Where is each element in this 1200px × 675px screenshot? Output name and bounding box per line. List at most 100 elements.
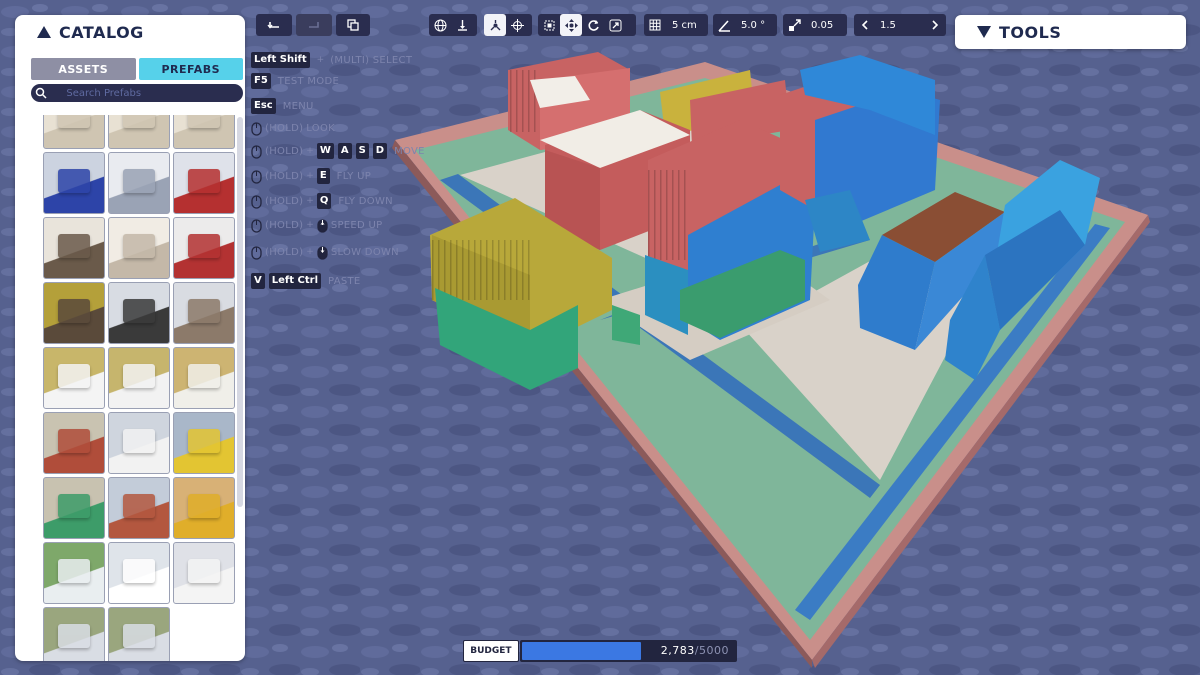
prefab-shelf[interactable]: [108, 542, 170, 604]
tools-panel[interactable]: TOOLS: [955, 15, 1186, 49]
undo-button[interactable]: [256, 14, 292, 36]
prefab-coffee-table[interactable]: [108, 282, 170, 344]
kitchen-counter-icon: [123, 169, 155, 193]
move-tool-icon[interactable]: [560, 14, 582, 36]
expand-icon[interactable]: [977, 26, 991, 38]
white-car-icon: [123, 429, 155, 453]
prefab-partial-5[interactable]: [108, 607, 170, 661]
catalog-scrollbar[interactable]: [237, 117, 243, 507]
sofa-icon: [188, 364, 220, 388]
search-bar: [31, 84, 243, 102]
prefab-truck[interactable]: [108, 477, 170, 539]
scale-snap[interactable]: 0.05: [783, 14, 847, 36]
counter-icon: [123, 115, 155, 128]
prefab-armchair[interactable]: [173, 282, 235, 344]
prefab-stove[interactable]: [108, 217, 170, 279]
forklift-icon: [188, 494, 220, 518]
pivot-toggle: [484, 14, 532, 36]
key-cap: E: [316, 168, 330, 184]
angle-snap[interactable]: 5.0 °: [713, 14, 777, 36]
hotkey-action-label: FLY DOWN: [338, 195, 393, 207]
counter-icon: [58, 115, 90, 128]
prefab-desk[interactable]: [43, 282, 105, 344]
collapse-icon[interactable]: [37, 26, 51, 38]
duplicate-button[interactable]: [336, 14, 370, 36]
prefab-round-table[interactable]: [43, 347, 105, 409]
plus-sign: +: [306, 171, 314, 181]
redo-button[interactable]: [296, 14, 332, 36]
tab-prefabs[interactable]: PREFABS: [138, 58, 243, 80]
hotkey-row: F5 TEST MODE: [251, 73, 339, 89]
plus-sign: +: [306, 196, 314, 206]
office-chair-icon: [58, 169, 90, 193]
mouse-icon: [251, 169, 262, 184]
key-cap: Esc: [251, 98, 276, 114]
chevron-right-icon[interactable]: [924, 14, 946, 36]
prefab-grid: [43, 115, 235, 661]
speed-value: 1.5: [880, 19, 896, 31]
hotkey-action-label: TEST MODE: [277, 75, 340, 87]
prefab-partial-2[interactable]: [108, 115, 170, 149]
scale-tool-icon[interactable]: [604, 14, 626, 36]
prefab-partial-4[interactable]: [43, 607, 105, 661]
prefab-fridge[interactable]: [173, 217, 235, 279]
angle-icon: [713, 14, 735, 36]
prefab-school-bus[interactable]: [173, 412, 235, 474]
prefab-kitchen-counter-sink[interactable]: [108, 152, 170, 214]
budget-bar: 2,783/5000: [519, 640, 737, 662]
speed-stepper: 1.5: [854, 14, 946, 36]
door-icon: [58, 559, 90, 583]
hotkey-action-label: MOVE: [394, 145, 425, 157]
tools-title: TOOLS: [999, 22, 1062, 42]
budget-label: BUDGET: [463, 640, 519, 662]
hotkey-row: (HOLD) + SLOW DOWN: [251, 245, 399, 260]
chevron-left-icon[interactable]: [854, 14, 876, 36]
hotkey-row: (HOLD) + Q FLY DOWN: [251, 193, 393, 209]
key-cap: Q: [316, 193, 332, 209]
mouse-icon: [251, 194, 262, 209]
prefab-door[interactable]: [43, 542, 105, 604]
search-input[interactable]: [50, 86, 243, 100]
prefab-office-chair[interactable]: [43, 152, 105, 214]
catalog-title: CATALOG: [59, 22, 144, 42]
prefab-green-car[interactable]: [43, 477, 105, 539]
hold-label: (HOLD): [265, 246, 304, 258]
hold-label: (HOLD): [265, 122, 304, 134]
prefab-playground[interactable]: [43, 412, 105, 474]
prefab-partial-3[interactable]: [173, 115, 235, 149]
hotkey-action-label: SLOW DOWN: [330, 246, 399, 258]
grid-snap[interactable]: 5 cm: [644, 14, 708, 36]
prefab-white-chair[interactable]: [108, 347, 170, 409]
prefab-microwave[interactable]: [43, 217, 105, 279]
catalog-tabs: ASSETS PREFABS: [31, 58, 243, 80]
hold-label: (HOLD): [265, 170, 304, 182]
hotkey-row: (HOLD) LOOK: [251, 121, 335, 136]
catalog-panel: CATALOG ASSETS PREFABS: [15, 15, 245, 661]
prefab-kitchen-counter-red[interactable]: [173, 152, 235, 214]
partial-icon: [123, 624, 155, 648]
pivot-ground-icon[interactable]: [451, 14, 473, 36]
rotate-tool-icon[interactable]: [582, 14, 604, 36]
key-cap: F5: [251, 73, 271, 89]
hotkey-action-label: (MULTI) SELECT: [330, 54, 413, 66]
prefab-partial-1[interactable]: [43, 115, 105, 149]
tab-assets[interactable]: ASSETS: [31, 58, 136, 80]
prefab-sofa[interactable]: [173, 347, 235, 409]
key-cap: S: [355, 143, 369, 159]
hotkey-action-label: PASTE: [328, 275, 361, 287]
microwave-icon: [58, 234, 90, 258]
global-space-icon[interactable]: [429, 14, 451, 36]
hotkey-row: V Left Ctrl PASTE: [251, 273, 361, 289]
pivot-center-icon[interactable]: [484, 14, 506, 36]
prefab-forklift[interactable]: [173, 477, 235, 539]
prefab-garage-door[interactable]: [173, 542, 235, 604]
space-toggle: [429, 14, 477, 36]
prefab-white-car[interactable]: [108, 412, 170, 474]
select-tool-icon[interactable]: [538, 14, 560, 36]
prefab-grid-viewport: [31, 115, 245, 661]
undo-icon: [256, 14, 292, 36]
catalog-header[interactable]: CATALOG: [15, 15, 245, 49]
search-icon: [31, 87, 50, 99]
pivot-local-icon[interactable]: [506, 14, 528, 36]
mouse-icon: [251, 245, 262, 260]
